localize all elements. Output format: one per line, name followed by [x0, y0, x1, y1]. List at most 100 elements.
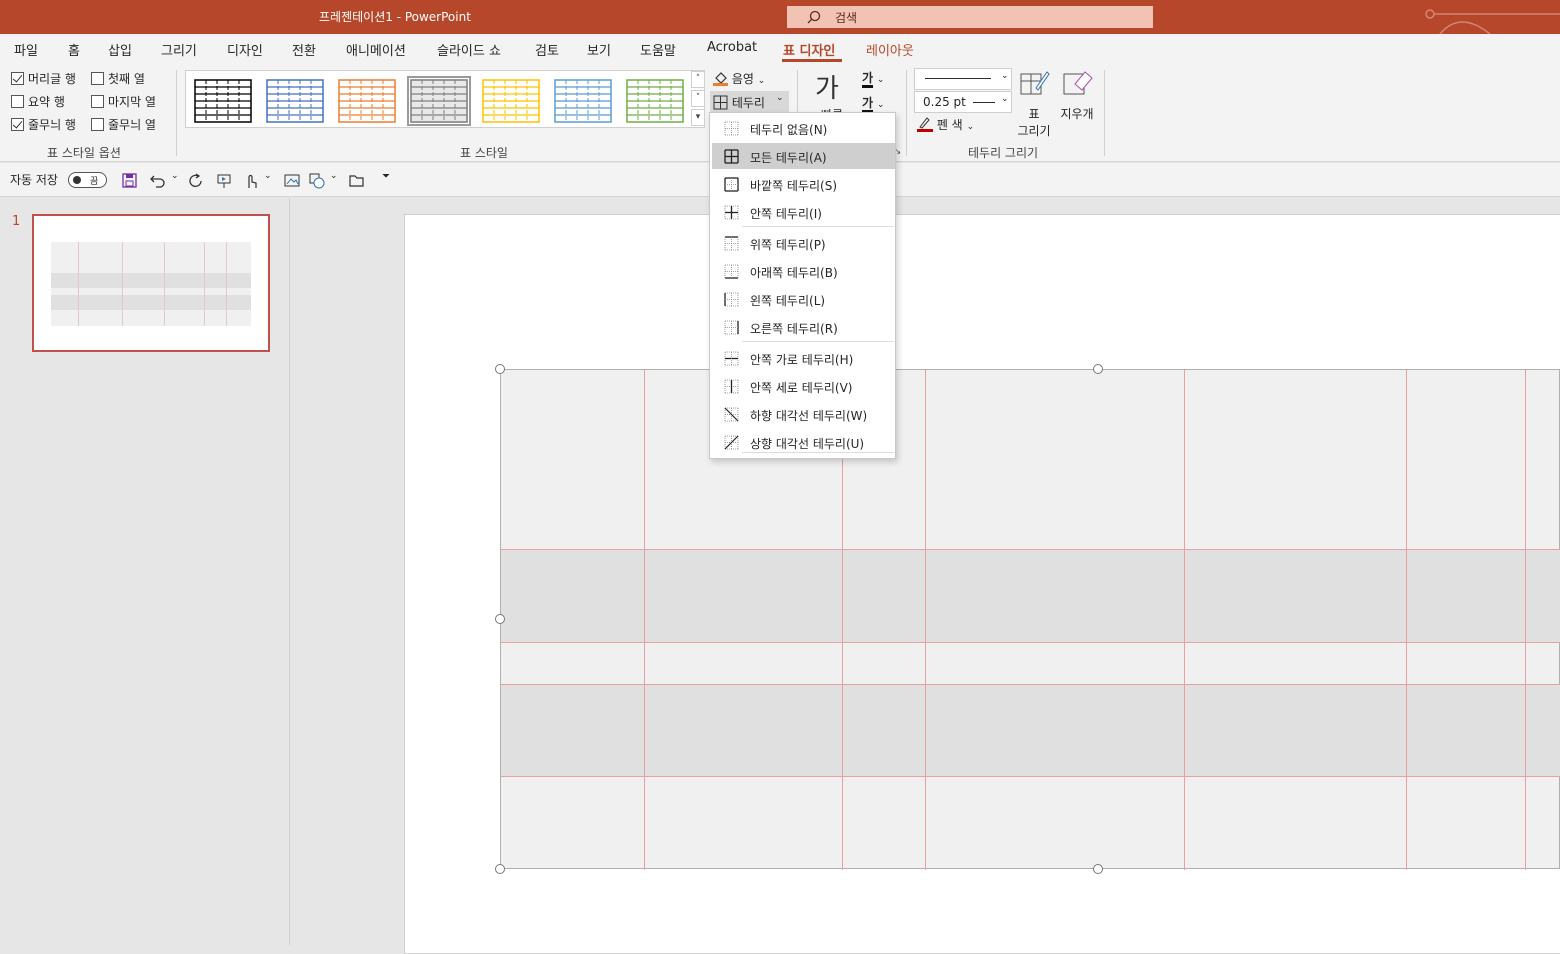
gallery-scroll-down-button[interactable]: ˅ — [691, 90, 705, 107]
draw-table-label-1: 표 — [1028, 107, 1040, 121]
resize-handle-middle-left[interactable] — [495, 614, 505, 624]
chevron-down-icon: ⌄ — [757, 76, 766, 86]
resize-handle-bottom-middle[interactable] — [1093, 864, 1103, 874]
checkbox-icon[interactable] — [91, 118, 104, 131]
border-menu-item-2[interactable]: 바깥쪽 테두리(S) — [712, 171, 895, 197]
eraser-button[interactable]: 지우개 — [1057, 68, 1097, 128]
gallery-scroll-up-button[interactable]: ˄ — [691, 71, 705, 88]
border-menu-item-1[interactable]: 모든 테두리(A) — [712, 143, 895, 169]
checkbox-icon[interactable] — [91, 72, 104, 85]
undo-icon[interactable] — [150, 173, 166, 188]
all-borders-icon — [724, 149, 739, 164]
menu-separator — [742, 452, 894, 453]
table-style-swatch-6[interactable] — [626, 79, 684, 123]
tab-10[interactable]: 도움말 — [640, 40, 676, 59]
picture-icon[interactable] — [284, 173, 300, 188]
tab-12[interactable]: 표 디자인 — [783, 40, 835, 59]
tab-11[interactable]: Acrobat — [707, 40, 757, 55]
resize-handle-bottom-left[interactable] — [495, 864, 505, 874]
table[interactable] — [500, 369, 1560, 870]
tab-1[interactable]: 홈 — [68, 40, 80, 59]
gallery-more-button[interactable]: ▾ — [691, 109, 705, 126]
tab-0[interactable]: 파일 — [14, 40, 38, 59]
border-menu-item-4[interactable]: 위쪽 테두리(P) — [712, 230, 895, 256]
checkbox-icon[interactable] — [11, 118, 24, 131]
pen-color-icon — [917, 117, 933, 132]
tab-5[interactable]: 전환 — [292, 40, 316, 59]
text-outline-button[interactable]: 가 ⌄ — [862, 94, 884, 113]
text-fill-button[interactable]: 가 ⌄ — [862, 69, 885, 88]
toggle-state: 끔 — [90, 177, 99, 187]
borders-dropdown-menu: 테두리 없음(N) 모든 테두리(A) 바깥쪽 테두리(S) 안쪽 테두리(I) 위쪽 … — [709, 112, 896, 459]
table-style-swatch-4[interactable] — [482, 79, 540, 123]
border-menu-item-0[interactable]: 테두리 없음(N) — [712, 115, 895, 141]
chevron-down-icon: ⌄ — [1001, 71, 1009, 81]
thumbnail-gridline — [204, 242, 205, 326]
shading-button[interactable]: 음영 ⌄ — [713, 70, 765, 87]
option-checkbox-2[interactable]: 요약 행 — [11, 93, 65, 110]
option-checkbox-0[interactable]: 머리글 행 — [11, 70, 76, 87]
table-style-swatch-5[interactable] — [554, 79, 612, 123]
option-checkbox-5[interactable]: 줄무늬 열 — [91, 116, 156, 133]
table-style-swatch-1[interactable] — [266, 79, 324, 123]
chevron-down-icon: ⌄ — [776, 93, 784, 103]
shapes-icon[interactable] — [309, 173, 325, 189]
chevron-down-icon[interactable]: ⌄ — [330, 171, 338, 181]
border-menu-item-3[interactable]: 안쪽 테두리(I) — [712, 199, 895, 225]
toggle-knob — [73, 176, 81, 184]
tab-2[interactable]: 삽입 — [108, 40, 132, 59]
table-gridline — [644, 370, 645, 870]
draw-table-button[interactable]: 표 그리기 — [1016, 68, 1052, 140]
borders-button[interactable]: 테두리 ⌄ — [710, 91, 789, 113]
resize-handle-top-left[interactable] — [495, 364, 505, 374]
checkbox-icon[interactable] — [11, 95, 24, 108]
search-box[interactable]: 검색 — [787, 6, 1153, 28]
group-separator — [1104, 70, 1105, 156]
tab-7[interactable]: 슬라이드 쇼 — [437, 40, 501, 59]
customize-qat-icon[interactable]: ⏷ — [382, 171, 390, 182]
checkbox-icon[interactable] — [11, 72, 24, 85]
pen-weight-select[interactable]: 0.25 pt ⌄ — [914, 91, 1012, 113]
resize-handle-top-middle[interactable] — [1093, 364, 1103, 374]
pen-style-select[interactable]: ⌄ — [914, 68, 1012, 90]
table-gridline — [1406, 370, 1407, 870]
chevron-down-icon[interactable]: ⌄ — [171, 171, 179, 181]
save-icon[interactable] — [122, 173, 137, 188]
touch-mode-icon[interactable] — [243, 173, 259, 189]
border-menu-item-6[interactable]: 왼쪽 테두리(L) — [712, 286, 895, 312]
checkbox-icon[interactable] — [91, 95, 104, 108]
table-styles-gallery[interactable] — [185, 70, 705, 128]
inside-horizontal-border-icon — [724, 351, 739, 366]
tab-13[interactable]: 레이아웃 — [866, 40, 914, 59]
open-folder-icon[interactable] — [349, 173, 366, 188]
border-menu-label: 아래쪽 테두리(B) — [750, 266, 838, 280]
slide-thumbnail[interactable] — [32, 214, 270, 352]
tab-6[interactable]: 애니메이션 — [346, 40, 406, 59]
chevron-down-icon[interactable]: ⌄ — [264, 171, 272, 181]
border-menu-item-8[interactable]: 안쪽 가로 테두리(H) — [712, 345, 895, 371]
quick-styles-button[interactable]: 가 빠른 — [815, 68, 851, 122]
border-menu-item-10[interactable]: 하향 대각선 테두리(W) — [712, 401, 895, 427]
border-menu-item-7[interactable]: 오른쪽 테두리(R) — [712, 314, 895, 340]
tab-4[interactable]: 디자인 — [227, 40, 263, 59]
table-style-swatch-2[interactable] — [338, 79, 396, 123]
table-style-swatch-0[interactable] — [194, 79, 252, 123]
border-menu-item-9[interactable]: 안쪽 세로 테두리(V) — [712, 373, 895, 399]
tab-9[interactable]: 보기 — [587, 40, 611, 59]
thumbnail-gridline — [78, 242, 79, 326]
from-beginning-icon[interactable] — [216, 173, 232, 189]
thumbnail-gridline — [164, 242, 165, 326]
chevron-down-icon: ⌄ — [876, 75, 885, 85]
border-menu-item-5[interactable]: 아래쪽 테두리(B) — [712, 258, 895, 284]
tab-8[interactable]: 검토 — [535, 40, 559, 59]
pen-color-button[interactable]: 펜 색 ⌄ — [917, 116, 974, 133]
autosave-label: 자동 저장 — [10, 173, 58, 187]
option-checkbox-1[interactable]: 첫째 열 — [91, 70, 145, 87]
autosave-toggle[interactable]: 끔 — [68, 172, 107, 188]
option-checkbox-3[interactable]: 마지막 열 — [91, 93, 156, 110]
wordart-icon: 가 — [815, 74, 839, 104]
redo-icon[interactable] — [188, 173, 204, 189]
tab-3[interactable]: 그리기 — [161, 40, 197, 59]
option-checkbox-4[interactable]: 줄무늬 행 — [11, 116, 76, 133]
table-style-swatch-3[interactable] — [407, 76, 471, 126]
